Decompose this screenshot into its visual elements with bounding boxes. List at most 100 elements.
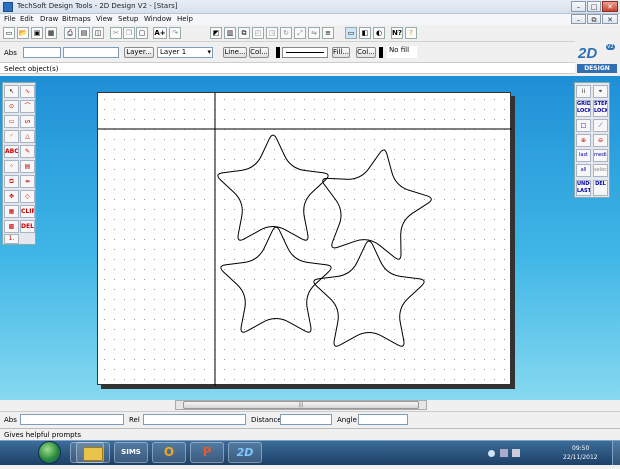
mirror-tool-icon[interactable]: ⇹ <box>20 175 35 188</box>
export-icon[interactable]: ◫ <box>92 27 104 39</box>
array-icon[interactable]: ▤ <box>20 160 35 173</box>
doc-minimize-button[interactable]: – <box>571 14 586 24</box>
fillet-icon[interactable]: ◜ <box>4 130 19 143</box>
undo-last-button[interactable]: UNDO LAST <box>576 180 591 196</box>
cut-icon[interactable]: ✂ <box>110 27 122 39</box>
zoom-out-icon[interactable]: ⊖ <box>593 134 608 147</box>
rotate-icon[interactable]: ↻ <box>280 27 292 39</box>
folder-icon[interactable] <box>76 442 110 463</box>
zoom-selec-button[interactable]: selec <box>593 164 608 177</box>
spell-icon[interactable]: ↷ <box>169 27 181 39</box>
tray-expand-icon[interactable] <box>488 450 495 457</box>
curve-icon[interactable]: ᔕ <box>20 115 35 128</box>
square-icon[interactable]: □ <box>576 119 591 132</box>
app-icon[interactable] <box>3 2 13 12</box>
line-button[interactable]: Line... <box>223 47 247 58</box>
edit-icon[interactable]: ✎ <box>20 145 35 158</box>
paste-object-icon[interactable]: ◳ <box>266 27 278 39</box>
polyline-icon[interactable]: ∿ <box>20 85 35 98</box>
scale-icon[interactable]: ⤢ <box>294 27 306 39</box>
start-button[interactable] <box>38 441 61 464</box>
zoom-tool-icon[interactable]: 1. <box>4 234 19 244</box>
open-icon[interactable]: 📂 <box>17 27 29 39</box>
menu-help[interactable]: Help <box>177 15 193 23</box>
move-icon[interactable]: ✥ <box>4 190 19 203</box>
doc-restore-button[interactable]: ⧉ <box>587 14 601 24</box>
menu-window[interactable]: Window <box>144 15 172 23</box>
delete-right-button[interactable]: DEL <box>593 180 608 196</box>
maximize-button[interactable]: □ <box>587 1 601 12</box>
menu-bitmaps[interactable]: Bitmaps <box>62 15 91 23</box>
mirror-icon[interactable]: ⇋ <box>308 27 320 39</box>
circle-icon[interactable]: ⊙ <box>4 100 19 113</box>
abs-y-field[interactable] <box>63 47 119 58</box>
volume-icon[interactable] <box>512 449 520 457</box>
new-icon[interactable]: ▭ <box>3 27 15 39</box>
clock-date[interactable]: 22/11/2012 <box>563 454 598 461</box>
print-icon[interactable]: ⎙ <box>64 27 76 39</box>
menu-edit[interactable]: Edit <box>20 15 34 23</box>
minimize-button[interactable]: – <box>571 1 586 12</box>
rectangle-icon[interactable]: ▭ <box>4 115 19 128</box>
powerpoint-icon[interactable]: P <box>190 442 224 463</box>
outlook-icon[interactable]: O <box>152 442 186 463</box>
axis-icon[interactable]: ⟋ <box>593 119 608 132</box>
eraser-icon[interactable]: ◇ <box>20 190 35 203</box>
copy-tool-icon[interactable]: ⧉ <box>4 175 19 188</box>
grid-lock-button[interactable]: GRID LOCK <box>576 100 591 117</box>
layer-select[interactable]: Layer 1 ▾ <box>157 47 213 58</box>
grid-tool-icon[interactable]: ▦ <box>4 205 19 218</box>
clipboard-icon[interactable]: ▥ <box>224 27 236 39</box>
menu-draw[interactable]: Draw <box>40 15 58 23</box>
print-preview-icon[interactable]: ▦ <box>45 27 57 39</box>
menu-setup[interactable]: Setup <box>118 15 138 23</box>
hint-icon[interactable]: ? <box>405 27 417 39</box>
zoom-all-button[interactable]: all <box>576 164 591 177</box>
abs-x-field[interactable] <box>23 47 61 58</box>
group-icon[interactable]: ◰ <box>252 27 264 39</box>
help-icon[interactable]: N? <box>391 27 403 39</box>
2d-design-icon[interactable]: 2D <box>228 442 262 463</box>
scrollbar-thumb[interactable]: ||| <box>183 401 419 409</box>
fill-button[interactable]: Fill... <box>332 47 350 58</box>
save-icon[interactable]: ▣ <box>31 27 43 39</box>
network-icon[interactable] <box>500 449 508 457</box>
picture-icon[interactable]: ▭ <box>345 27 357 39</box>
align-icon[interactable]: ≡ <box>322 27 334 39</box>
menu-view[interactable]: View <box>96 15 113 23</box>
line-color-button[interactable]: Col... <box>249 47 269 58</box>
hatch-icon[interactable]: ▩ <box>4 220 19 233</box>
delete-tool-icon[interactable]: DEL <box>20 220 35 233</box>
select-icon[interactable]: ◩ <box>210 27 222 39</box>
color-icon[interactable]: ◐ <box>373 27 385 39</box>
drawing-sheet[interactable] <box>97 92 512 386</box>
step-lock-button[interactable]: STEP LOCK <box>593 100 608 117</box>
save-all-icon[interactable]: ▤ <box>78 27 90 39</box>
doc-close-button[interactable]: ✕ <box>602 14 618 24</box>
paint-icon[interactable]: ⌖ <box>593 85 608 98</box>
text-size-icon[interactable]: A+ <box>153 27 167 39</box>
copy-icon[interactable]: ❐ <box>123 27 135 39</box>
pointer-icon[interactable]: ↖ <box>4 85 19 98</box>
sims-icon[interactable]: SIMS <box>114 442 148 463</box>
text-tool-icon[interactable]: ABC <box>4 145 19 158</box>
fill-color-button[interactable]: Col... <box>356 47 376 58</box>
menu-file[interactable]: File <box>4 15 16 23</box>
paste-icon[interactable]: ▢ <box>136 27 148 39</box>
show-desktop-button[interactable] <box>612 441 620 465</box>
drawing-canvas[interactable] <box>98 93 512 386</box>
close-button[interactable]: ✕ <box>602 1 618 12</box>
copy-object-icon[interactable]: ⧉ <box>238 27 250 39</box>
pattern-icon[interactable]: ⁘ <box>4 160 19 173</box>
zoom-media-button[interactable]: media <box>593 149 608 162</box>
dot-grid-icon[interactable]: ⁞⁞ <box>576 85 591 98</box>
clip-icon[interactable]: CLIP <box>20 205 35 218</box>
layer-button[interactable]: Layer... <box>124 47 154 58</box>
zoom-in-icon[interactable]: ⊕ <box>576 134 591 147</box>
arc-icon[interactable]: ⌒ <box>20 100 35 113</box>
clock-time[interactable]: 09:50 <box>572 445 589 452</box>
dimension-icon[interactable]: △ <box>20 130 35 143</box>
image-icon[interactable]: ◧ <box>359 27 371 39</box>
zoom-last-button[interactable]: last <box>576 149 591 162</box>
line-style-preview[interactable] <box>282 47 328 58</box>
